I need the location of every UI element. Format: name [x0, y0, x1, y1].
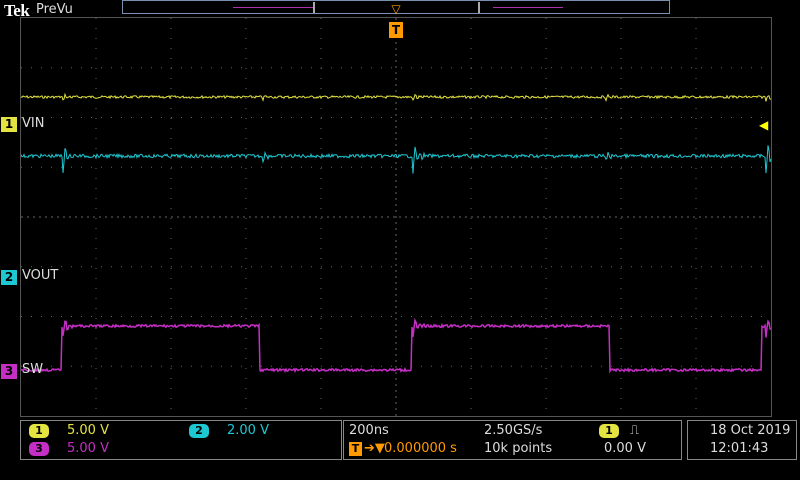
trigger-delay: 0.000000 s	[384, 441, 457, 456]
trigger-marker[interactable]: T	[389, 22, 403, 38]
trigger-arrow-icon: ➔▼	[364, 441, 385, 456]
trigger-position-icon: T	[349, 442, 362, 456]
ch1-scale: 5.00 V	[67, 423, 109, 438]
sample-rate: 2.50GS/s	[484, 423, 543, 438]
record-length: 10k points	[484, 441, 553, 456]
ch3-marker[interactable]: 3	[1, 364, 17, 379]
ch3-scale: 5.00 V	[67, 441, 109, 456]
vertical-settings-panel[interactable]: 1 5.00 V 2 2.00 V 3 5.00 V	[20, 420, 342, 460]
trigger-source-badge: 1	[599, 424, 619, 438]
ch2-label: VOUT	[22, 268, 59, 283]
waveform-display	[20, 18, 772, 416]
ch2-scale: 2.00 V	[227, 423, 269, 438]
time: 12:01:43	[710, 441, 769, 456]
ch1-badge: 1	[29, 424, 49, 438]
ch3-trace	[21, 317, 772, 374]
ch2-badge: 2	[189, 424, 209, 438]
ch3-label: SW	[22, 362, 44, 377]
ch1-label: VIN	[22, 116, 45, 131]
trigger-level: 0.00 V	[604, 441, 646, 456]
ch1-marker[interactable]: 1	[1, 117, 17, 132]
time-per-div: 200ns	[349, 423, 389, 438]
trigger-level-arrow-icon[interactable]: ◀	[759, 118, 768, 132]
ch3-badge: 3	[29, 442, 49, 456]
horizontal-trigger-panel[interactable]: 200ns 2.50GS/s T ➔▼ 0.000000 s 10k point…	[343, 420, 682, 460]
ch2-marker[interactable]: 2	[1, 270, 17, 285]
rising-edge-icon: ⎍	[630, 423, 640, 438]
trigger-position-icon[interactable]: ▽	[390, 2, 402, 18]
date: 18 Oct 2019	[710, 423, 791, 438]
datetime-panel[interactable]: 18 Oct 2019 12:01:43	[687, 420, 797, 460]
